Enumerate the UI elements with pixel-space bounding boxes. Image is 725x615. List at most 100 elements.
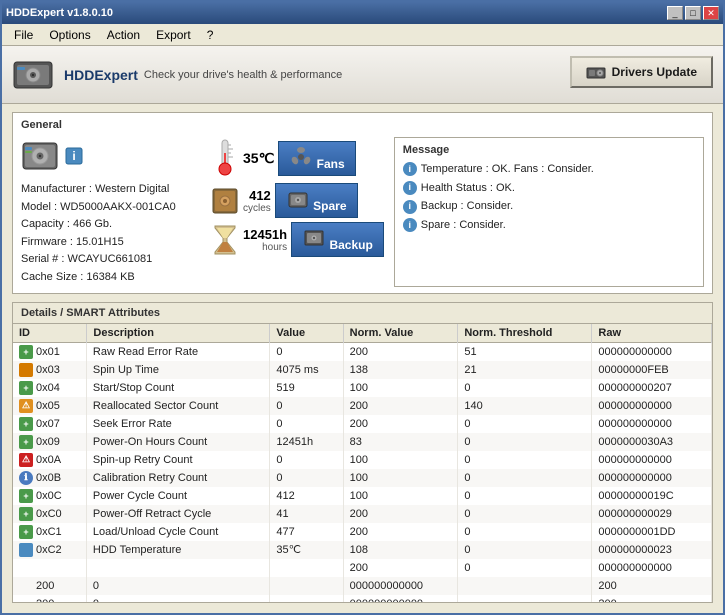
message-text-2: Backup : Consider.	[421, 197, 513, 216]
svg-text:i: i	[72, 149, 75, 163]
row-icon	[19, 597, 33, 602]
cell-raw: 00000000019C	[592, 487, 712, 505]
drive-info-text: Manufacturer : Western Digital Model : W…	[21, 181, 201, 287]
cell-norm-value: 200	[343, 559, 458, 577]
details-section: Details / SMART Attributes ID Descriptio…	[12, 302, 713, 603]
health-status-icon: i	[65, 147, 83, 165]
general-inner: i Manufacturer : Western Digital Model :…	[21, 137, 704, 287]
cell-norm-value: 200	[343, 505, 458, 523]
cell-norm-threshold: 51	[458, 342, 592, 361]
menu-help[interactable]: ?	[199, 26, 222, 44]
cell-norm-value: 200	[343, 415, 458, 433]
backup-button[interactable]: Backup	[291, 222, 384, 257]
menu-action[interactable]: Action	[99, 26, 148, 44]
cell-value: 12451h	[270, 433, 343, 451]
app-subtitle: Check your drive's health & performance	[144, 69, 342, 81]
cell-raw: 000000000000	[592, 451, 712, 469]
spare-button[interactable]: Spare	[275, 183, 358, 218]
app-logo-icon	[12, 54, 54, 96]
maximize-button[interactable]: □	[685, 6, 701, 20]
cell-norm-threshold: 0	[458, 451, 592, 469]
cell-description: 0	[87, 595, 270, 602]
cell-norm-value: 000000000000	[343, 577, 458, 595]
cell-raw: 200	[592, 577, 712, 595]
table-row: 0x03 Spin Up Time 4075 ms 138 21 0000000…	[13, 361, 712, 379]
cell-value: 35℃	[270, 541, 343, 559]
hours-values: 12451h hours	[243, 227, 287, 253]
message-row-1: i Health Status : OK.	[403, 179, 695, 198]
cell-description: Power-Off Retract Cycle	[87, 505, 270, 523]
cell-norm-value: 000000000000	[343, 595, 458, 602]
row-icon: +	[19, 435, 33, 449]
cell-id: + 0xC1	[13, 523, 87, 541]
minimize-button[interactable]: _	[667, 6, 683, 20]
info-icon-2: i	[403, 200, 417, 214]
cell-value: 0	[270, 469, 343, 487]
cell-norm-value: 100	[343, 487, 458, 505]
table-row: + 0x01 Raw Read Error Rate 0 200 51 0000…	[13, 342, 712, 361]
cell-norm-value: 100	[343, 379, 458, 397]
cell-value	[270, 577, 343, 595]
cell-description: Raw Read Error Rate	[87, 342, 270, 361]
cell-description: Calibration Retry Count	[87, 469, 270, 487]
cell-norm-threshold: 0	[458, 487, 592, 505]
cell-norm-threshold: 0	[458, 505, 592, 523]
cell-id: ⚠ 0x0A	[13, 451, 87, 469]
content-area: General	[2, 104, 723, 615]
drivers-update-button[interactable]: Drivers Update	[570, 56, 713, 88]
fans-button[interactable]: Fans	[278, 141, 355, 176]
cell-description: HDD Temperature	[87, 541, 270, 559]
table-row: + 0x09 Power-On Hours Count 12451h 83 0 …	[13, 433, 712, 451]
smart-table: ID Description Value Norm. Value Norm. T…	[13, 324, 712, 602]
table-row: ⚠ 0x05 Reallocated Sector Count 0 200 14…	[13, 397, 712, 415]
col-value: Value	[270, 324, 343, 343]
cell-id	[13, 559, 87, 577]
cell-id: 0x03	[13, 361, 87, 379]
cell-value: 477	[270, 523, 343, 541]
close-button[interactable]: ✕	[703, 6, 719, 20]
message-row-3: i Spare : Consider.	[403, 216, 695, 235]
table-row: + 0x04 Start/Stop Count 519 100 0 000000…	[13, 379, 712, 397]
cell-norm-threshold: 140	[458, 397, 592, 415]
cell-id: 200	[13, 577, 87, 595]
menu-file[interactable]: File	[6, 26, 41, 44]
message-box: Message i Temperature : OK. Fans : Consi…	[394, 137, 704, 287]
cell-norm-value: 100	[343, 469, 458, 487]
cell-norm-threshold: 0	[458, 379, 592, 397]
cell-raw: 000000000000	[592, 559, 712, 577]
table-row: ℹ 0x0B Calibration Retry Count 0 100 0 0…	[13, 469, 712, 487]
backup-icon	[302, 227, 326, 249]
app-window: HDDExpert v1.8.0.10 _ □ ✕ File Options A…	[0, 0, 725, 615]
table-row: + 0xC1 Load/Unload Cycle Count 477 200 0…	[13, 523, 712, 541]
temperature-value: 35℃	[243, 150, 274, 167]
cell-id: + 0x0C	[13, 487, 87, 505]
col-norm-threshold: Norm. Threshold	[458, 324, 592, 343]
cell-raw: 000000000000	[592, 469, 712, 487]
info-icon-3: i	[403, 218, 417, 232]
table-row: 200 0 000000000000 200	[13, 577, 712, 595]
cell-value: 412	[270, 487, 343, 505]
cell-value: 0	[270, 415, 343, 433]
cell-id: + 0x01	[13, 343, 87, 361]
cell-raw: 200	[592, 595, 712, 602]
row-icon: +	[19, 417, 33, 431]
app-name: HDDExpert	[64, 67, 138, 83]
cell-norm-value: 200	[343, 523, 458, 541]
menu-options[interactable]: Options	[41, 26, 98, 44]
fans-icon	[289, 146, 313, 168]
row-icon: +	[19, 381, 33, 395]
cell-raw: 000000000023	[592, 541, 712, 559]
details-header: Details / SMART Attributes	[13, 303, 712, 324]
col-id: ID	[13, 324, 87, 343]
cell-description: Spin Up Time	[87, 361, 270, 379]
table-row: + 0x07 Seek Error Rate 0 200 0 000000000…	[13, 415, 712, 433]
menu-export[interactable]: Export	[148, 26, 199, 44]
smart-table-wrapper[interactable]: ID Description Value Norm. Value Norm. T…	[13, 324, 712, 602]
cell-value: 0	[270, 397, 343, 415]
row-icon: +	[19, 345, 33, 359]
menu-bar: File Options Action Export ?	[2, 24, 723, 46]
row-icon	[19, 561, 33, 575]
col-norm-value: Norm. Value	[343, 324, 458, 343]
hours-stat-row: 12451h hours Backup	[211, 222, 384, 257]
cell-id: + 0x07	[13, 415, 87, 433]
